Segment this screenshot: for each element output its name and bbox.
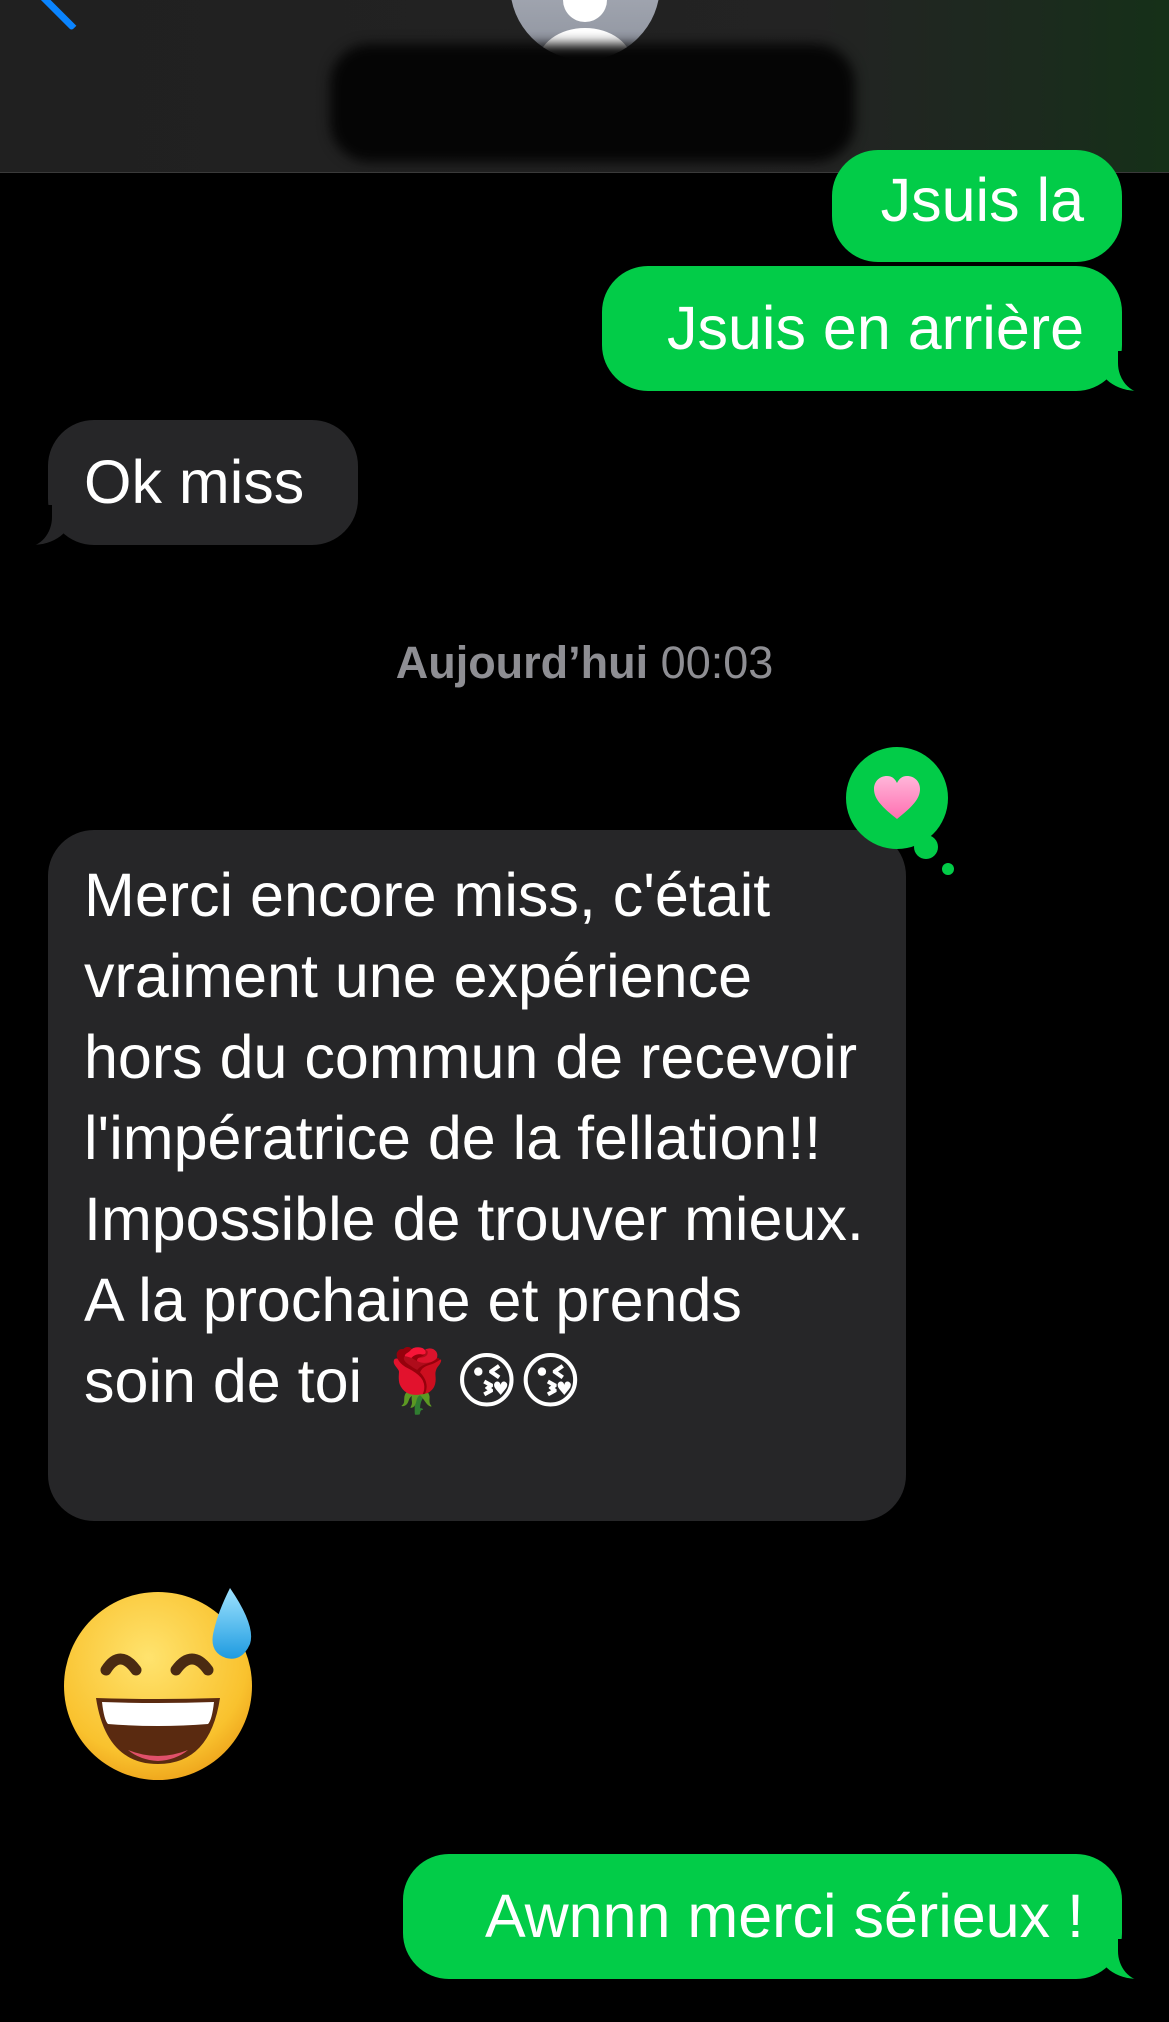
conversation-header — [0, 0, 1169, 173]
grinning-face-with-sweat-emoji[interactable] — [58, 1578, 263, 1783]
message-text: Ok miss — [84, 448, 305, 516]
message-text: Jsuis la — [880, 166, 1084, 234]
sent-message-bubble[interactable]: Awnnn merci sérieux ! — [403, 1854, 1148, 1981]
timestamp-time: 00:03 — [660, 637, 774, 688]
tapback-reaction[interactable] — [846, 747, 954, 875]
message-text: Merci encore miss, c'était vraiment une … — [84, 861, 864, 1415]
received-message-bubble[interactable]: Ok miss — [22, 420, 358, 547]
heart-icon — [874, 776, 920, 819]
bubble-tail — [1098, 1939, 1148, 1981]
received-message-bubble[interactable]: Merci encore miss, c'était vraiment une … — [48, 830, 906, 1521]
person-silhouette-icon — [563, 0, 607, 22]
redacted-contact-name — [330, 44, 855, 162]
sent-message-bubble[interactable]: Jsuis la — [832, 150, 1122, 262]
sent-message-bubble[interactable]: Jsuis en arrière — [602, 266, 1148, 393]
message-text: Jsuis en arrière — [667, 294, 1084, 362]
bubble-tail — [1098, 351, 1148, 393]
emoji-sweat-smile-icon — [64, 1588, 252, 1780]
timestamp-day: Aujourd’hui — [395, 637, 649, 688]
chevron-left-icon[interactable] — [38, 0, 105, 31]
message-text: Awnnn merci sérieux ! — [485, 1882, 1084, 1950]
bubble-tail — [22, 505, 72, 547]
conversation-timestamp: Aujourd’hui 00:03 — [0, 637, 1169, 689]
